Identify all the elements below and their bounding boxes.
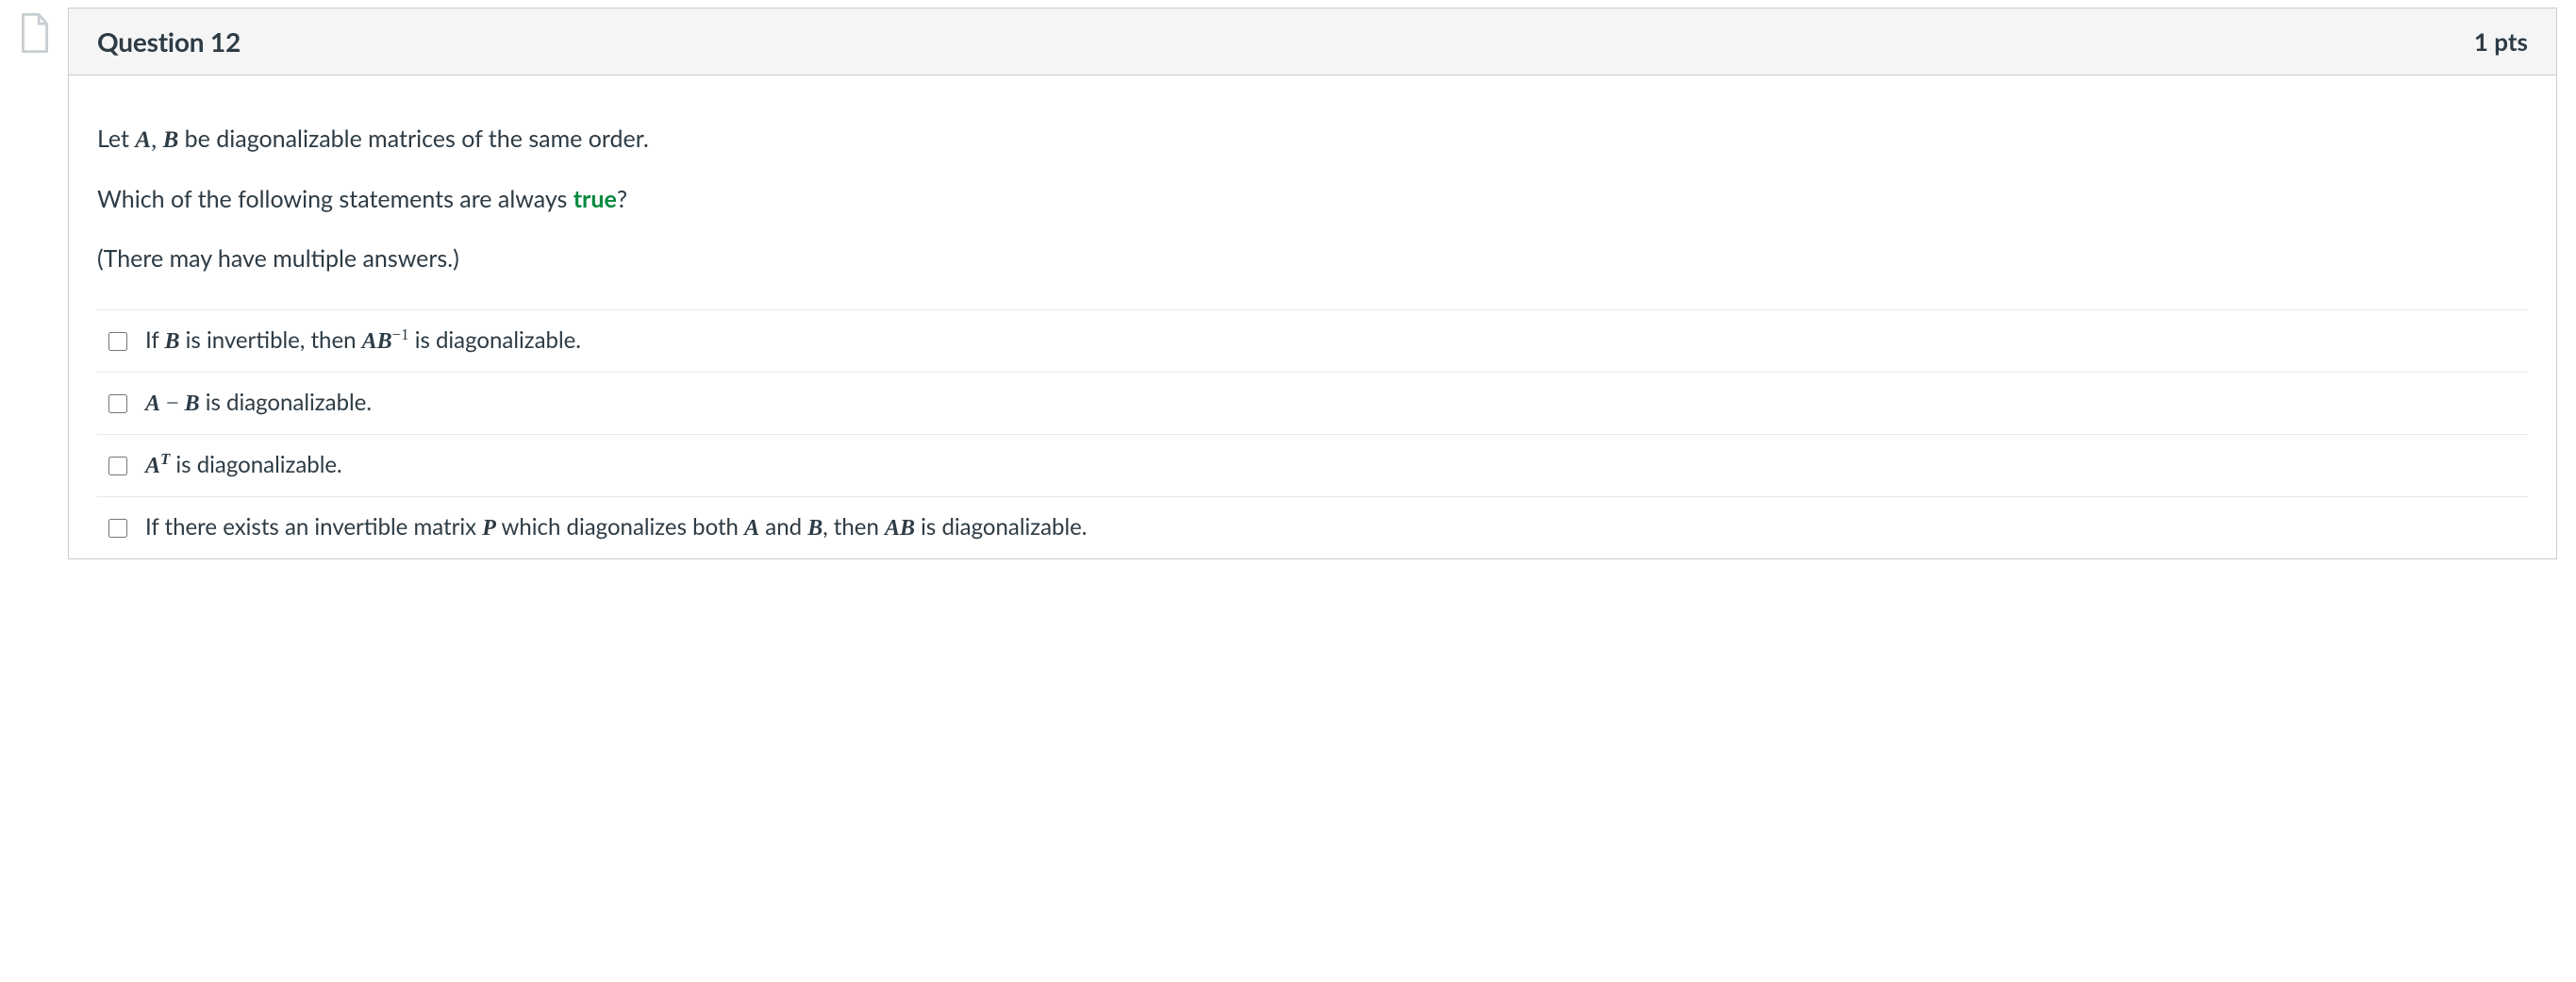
answer-option[interactable]: A − B is diagonalizable.	[97, 373, 2528, 435]
answer-checkbox[interactable]	[108, 457, 127, 475]
text: If there exists an invertible matrix	[145, 513, 482, 541]
math-sup: −1	[392, 325, 409, 343]
math-B: B	[163, 127, 179, 153]
math-A: A	[885, 516, 900, 541]
answer-option[interactable]: AT is diagonalizable.	[97, 435, 2528, 497]
answer-checkbox[interactable]	[108, 332, 127, 351]
question-title: Question 12	[97, 25, 241, 58]
text: be diagonalizable matrices of the same o…	[178, 125, 648, 153]
math-P: P	[482, 516, 496, 541]
text: If	[145, 326, 164, 354]
math-A: A	[362, 329, 377, 354]
text: is diagonalizable.	[170, 451, 341, 478]
text: ,	[151, 127, 163, 153]
math-sup: T	[160, 450, 170, 468]
text: which diagonalizes both	[496, 513, 744, 541]
math-B: B	[807, 516, 823, 541]
answer-label: If B is invertible, then AB−1 is diagona…	[145, 324, 581, 358]
prompt-line-2: Which of the following statements are al…	[97, 183, 2528, 216]
answer-option[interactable]: If there exists an invertible matrix P w…	[97, 497, 2528, 558]
text: is invertible, then	[180, 326, 362, 354]
prompt-line-1: Let A, B be diagonalizable matrices of t…	[97, 123, 2528, 157]
document-icon	[19, 13, 51, 53]
text: Let	[97, 125, 135, 153]
answers-list: If B is invertible, then AB−1 is diagona…	[97, 309, 2528, 558]
text: is diagonalizable.	[409, 326, 581, 354]
answer-label: A − B is diagonalizable.	[145, 386, 372, 421]
true-word: true	[573, 185, 617, 213]
text: is diagonalizable.	[200, 389, 372, 416]
math-A: A	[135, 127, 151, 153]
answer-label: If there exists an invertible matrix P w…	[145, 510, 1087, 545]
math-A: A	[744, 516, 759, 541]
text: ?	[617, 185, 627, 213]
question-card: Question 12 1 pts Let A, B be diagonaliz…	[68, 8, 2557, 559]
math-B: B	[377, 329, 392, 354]
text: Which of the following statements are al…	[97, 185, 573, 213]
answer-checkbox[interactable]	[108, 394, 127, 413]
question-wrapper: Question 12 1 pts Let A, B be diagonaliz…	[19, 8, 2557, 559]
answer-option[interactable]: If B is invertible, then AB−1 is diagona…	[97, 310, 2528, 373]
question-header: Question 12 1 pts	[69, 8, 2556, 75]
text: and	[759, 513, 807, 541]
math-B: B	[900, 516, 915, 541]
math-minus: −	[160, 391, 185, 416]
question-body: Let A, B be diagonalizable matrices of t…	[69, 75, 2556, 558]
math-B: B	[164, 329, 179, 354]
prompt-line-3: (There may have multiple answers.)	[97, 242, 2528, 275]
answer-label: AT is diagonalizable.	[145, 448, 342, 483]
question-prompt: Let A, B be diagonalizable matrices of t…	[97, 123, 2528, 275]
answer-checkbox[interactable]	[108, 519, 127, 538]
math-A: A	[145, 391, 160, 416]
math-B: B	[185, 391, 200, 416]
math-A: A	[145, 454, 160, 478]
text: is diagonalizable.	[915, 513, 1087, 541]
question-points: 1 pts	[2474, 26, 2528, 57]
text: , then	[823, 513, 885, 541]
